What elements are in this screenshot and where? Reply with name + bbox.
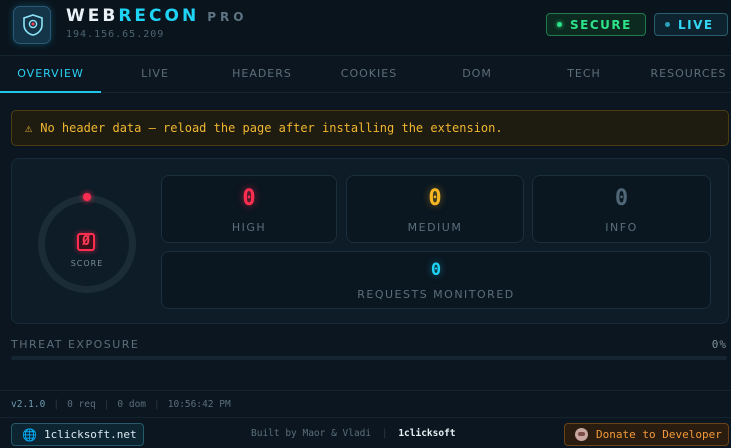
separator: |	[381, 428, 388, 439]
tab-tech[interactable]: TECH	[539, 57, 629, 93]
brand-suffix: PRO	[207, 10, 248, 24]
coffee-icon	[575, 428, 588, 441]
donate-label: Donate to Developer	[596, 428, 722, 441]
tab-overview[interactable]: OVERVIEW	[0, 57, 101, 93]
secure-dot-icon	[557, 22, 562, 27]
requests-count: 0	[430, 260, 442, 280]
score-value: Ø	[77, 233, 95, 251]
high-stat-card: 0 HIGH	[161, 175, 337, 243]
tab-resources[interactable]: RESOURCES	[646, 57, 731, 93]
threat-exposure-bar	[11, 356, 727, 360]
donate-button[interactable]: Donate to Developer	[564, 423, 729, 446]
brand-accent: RECON	[118, 6, 200, 26]
footer: 🌐 1clicksoft.net Built by Maor & Vladi |…	[0, 417, 731, 448]
live-badge[interactable]: LIVE	[654, 13, 728, 36]
secure-badge[interactable]: SECURE	[546, 13, 646, 36]
separator: |	[53, 398, 60, 410]
company-name: 1clicksoft	[398, 428, 456, 439]
credits: Built by Maor & Vladi | 1clicksoft	[251, 428, 456, 439]
score-label: SCORE	[70, 259, 104, 268]
overview-panel: Ø SCORE 0 HIGH 0 MEDIUM 0 INFO 0 REQUEST…	[11, 158, 729, 324]
request-count-text: 0 req	[67, 398, 96, 410]
tab-dom[interactable]: DOM	[432, 57, 522, 93]
info-label: INFO	[605, 221, 638, 234]
requests-stat-card: 0 REQUESTS MONITORED	[161, 251, 711, 309]
website-link-button[interactable]: 🌐 1clicksoft.net	[11, 423, 144, 446]
info-stat-card: 0 INFO	[532, 175, 711, 243]
live-label: LIVE	[678, 17, 714, 32]
credits-text: Built by Maor & Vladi	[251, 428, 372, 439]
ip-address: 194.156.65.209	[66, 29, 165, 40]
brand-main: WEB	[66, 6, 119, 26]
shield-logo-icon	[13, 6, 51, 44]
medium-stat-card: 0 MEDIUM	[346, 175, 524, 243]
website-link-label: 1clicksoft.net	[43, 428, 137, 441]
score-gauge: Ø SCORE	[38, 193, 136, 293]
info-count: 0	[614, 186, 629, 211]
tab-cookies[interactable]: COOKIES	[324, 57, 414, 93]
threat-exposure-percent: 0%	[711, 338, 727, 351]
status-bar: v2.1.0 | 0 req | 0 dom | 10:56:42 PM	[0, 390, 731, 417]
app-header: WEBRECON PRO 194.156.65.209 SECURE LIVE	[0, 0, 731, 56]
medium-label: MEDIUM	[407, 221, 463, 234]
dom-count-text: 0 dom	[117, 398, 147, 410]
tab-bar: OVERVIEW LIVE HEADERS COOKIES DOM TECH R…	[0, 57, 731, 93]
score-indicator-dot	[83, 193, 91, 201]
version-text: v2.1.0	[11, 398, 46, 410]
separator: |	[103, 398, 110, 410]
warning-text: No header data — reload the page after i…	[40, 121, 503, 135]
threat-exposure-label: THREAT EXPOSURE	[11, 338, 140, 351]
globe-icon: 🌐	[22, 427, 37, 442]
secure-label: SECURE	[570, 17, 632, 32]
warning-banner: ⚠ No header data — reload the page after…	[11, 110, 729, 146]
live-dot-icon	[665, 22, 670, 27]
app-title: WEBRECON PRO	[66, 6, 247, 26]
high-label: HIGH	[231, 221, 267, 234]
tab-live[interactable]: LIVE	[110, 57, 200, 93]
warning-icon: ⚠	[25, 121, 33, 135]
timestamp: 10:56:42 PM	[167, 398, 231, 410]
separator: |	[154, 398, 160, 410]
high-count: 0	[242, 186, 256, 211]
tab-headers[interactable]: HEADERS	[217, 57, 307, 93]
medium-count: 0	[428, 186, 442, 211]
requests-label: REQUESTS MONITORED	[357, 288, 515, 301]
